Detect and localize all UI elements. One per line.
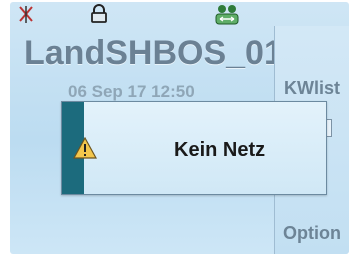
- softkey-bottom[interactable]: Option: [275, 223, 349, 244]
- talkgroup-title: LandSHBOS_01: [24, 34, 283, 72]
- no-signal-icon: [18, 4, 34, 29]
- dialog-message: Kein Netz: [174, 139, 266, 161]
- group-call-icon: [214, 4, 240, 31]
- alert-dialog: Kein Netz: [61, 101, 327, 195]
- lock-icon: [90, 4, 108, 29]
- status-bar: [10, 2, 349, 26]
- softkey-top[interactable]: KWlist: [275, 78, 349, 99]
- date-time-text: 06 Sep 17 12:50: [68, 82, 195, 101]
- device-screen: LandSHBOS_01 06 Sep 17 12:50 KWlist Opti…: [10, 2, 349, 254]
- warning-icon: [72, 136, 98, 164]
